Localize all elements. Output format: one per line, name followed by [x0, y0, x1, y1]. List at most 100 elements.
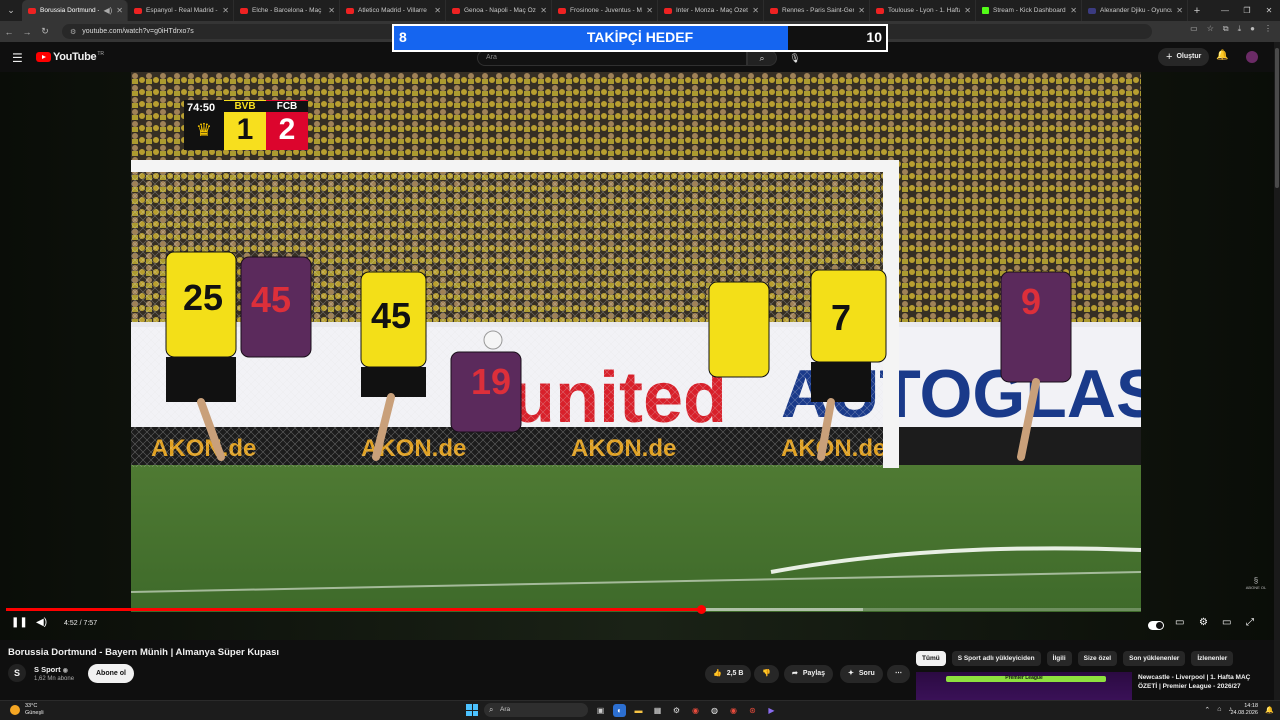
close-tab-icon[interactable]: ✕ [1176, 6, 1183, 15]
close-tab-icon[interactable]: ✕ [434, 6, 441, 15]
chip-from-channel[interactable]: S Sport adlı yükleyiciden [951, 651, 1041, 666]
minimize-icon[interactable]: — [1214, 0, 1236, 21]
ask-button[interactable]: ✦ Soru [840, 665, 883, 683]
browser-tab[interactable]: Genoa - Napoli - Maç Öz ✕ [446, 0, 552, 21]
window-controls: — ❐ ✕ [1214, 0, 1280, 21]
autoplay-toggle[interactable] [1148, 621, 1164, 630]
chip-for-you[interactable]: Size özel [1077, 651, 1118, 666]
copilot-icon[interactable]: ◐ [613, 703, 626, 717]
browser-tab[interactable]: Espanyol - Real Madrid - ✕ [128, 0, 234, 21]
search-button[interactable]: ⌕ [747, 50, 777, 66]
video-progress-bar[interactable] [6, 605, 1141, 614]
close-tab-icon[interactable]: ✕ [858, 6, 865, 15]
close-tab-icon[interactable]: ✕ [540, 6, 547, 15]
fullscreen-icon[interactable]: ⤢ [1246, 617, 1254, 628]
weather-widget[interactable]: 33°C Güneşli [25, 703, 44, 717]
browser-tab[interactable]: Rennes - Paris Saint-Gerr ✕ [764, 0, 870, 21]
close-tab-icon[interactable]: ✕ [328, 6, 335, 15]
chip-watched[interactable]: İzlenenler [1191, 651, 1234, 666]
browser-tab[interactable]: Toulouse - Lyon - 1. Hafta ✕ [870, 0, 976, 21]
browser-menu-icon[interactable]: ⋮ [1264, 24, 1272, 34]
volume-icon[interactable]: ◀) [36, 617, 47, 628]
browser-tab[interactable]: Borussia Dortmund - B ◀) ✕ [22, 0, 128, 21]
site-info-icon[interactable]: ⚙ [70, 28, 76, 36]
store-icon[interactable]: ▦ [651, 704, 664, 717]
channel-name[interactable]: S Sport ◉ [34, 665, 68, 674]
browser-tab[interactable]: Alexander Djiku - Oyuncu ✕ [1082, 0, 1188, 21]
taskbar-search[interactable]: Ara [484, 703, 588, 717]
maximize-icon[interactable]: ❐ [1236, 0, 1258, 21]
browser-tab[interactable]: Inter - Monza - Maç Özet ✕ [658, 0, 764, 21]
kick-icon [982, 7, 989, 14]
more-actions-button[interactable]: ⋯ [887, 665, 910, 683]
youtube-icon [558, 7, 566, 14]
youtube-icon [876, 7, 884, 14]
chrome-icon[interactable]: ◉ [689, 704, 702, 717]
settings-app-icon[interactable]: ⚙ [670, 704, 683, 717]
forward-icon[interactable]: → [18, 27, 36, 37]
search-input[interactable]: Ara [477, 50, 747, 66]
browser-tab[interactable]: Atletico Madrid - Villarre ✕ [340, 0, 446, 21]
subscribe-button[interactable]: Abone ol [88, 664, 134, 683]
menu-icon[interactable]: ☰ [12, 51, 23, 65]
notifications-bell-icon[interactable]: 🔔 [1216, 50, 1228, 61]
taskbar-clock[interactable]: 14:18 24.08.2026 [1230, 703, 1258, 717]
obs-icon[interactable]: ◍ [708, 704, 721, 717]
chip-related[interactable]: İlgili [1046, 651, 1072, 666]
extensions-icon[interactable]: ⧉ [1223, 24, 1229, 34]
tray-expand-icon[interactable]: ⌃ [1204, 706, 1210, 714]
new-tab-button[interactable]: + [1188, 5, 1206, 17]
downloads-icon[interactable]: ⤓ [1238, 24, 1242, 34]
browser-tab[interactable]: Stream - Kick Dashboard ✕ [976, 0, 1082, 21]
chip-all[interactable]: Tümü [916, 651, 946, 666]
video-frame[interactable]: united AUTOGLAS AKON.de AKON.de AKON.de … [131, 72, 1141, 612]
close-tab-icon[interactable]: ✕ [964, 6, 971, 15]
chrome-profile-icon[interactable]: ◉ [727, 704, 740, 717]
pause-icon[interactable]: ❚❚ [11, 617, 28, 628]
back-icon[interactable]: ← [0, 27, 18, 37]
youtube-logo[interactable]: YouTube TR [36, 51, 104, 63]
subscribe-watermark[interactable]: § ABONE OL [1245, 576, 1267, 598]
video-player[interactable]: united AUTOGLAS AKON.de AKON.de AKON.de … [0, 72, 1280, 640]
account-avatar[interactable] [1246, 51, 1258, 63]
reload-icon[interactable]: ↻ [36, 26, 54, 37]
create-button[interactable]: + Oluştur [1158, 48, 1210, 66]
chip-recent[interactable]: Son yüklenenler [1123, 651, 1186, 666]
bookmark-star-icon[interactable]: ☆ [1207, 24, 1214, 34]
profile-icon[interactable]: ● [1250, 24, 1255, 34]
channel-avatar[interactable]: S [8, 664, 26, 682]
network-icon[interactable]: ⌂ [1217, 706, 1221, 714]
close-tab-icon[interactable]: ✕ [752, 6, 759, 15]
browser-tab[interactable]: Elche - Barcelona - Maç ✕ [234, 0, 340, 21]
app-icon[interactable]: ⊛ [746, 704, 759, 717]
task-view-icon[interactable]: ▣ [594, 704, 607, 717]
sun-icon[interactable] [10, 705, 20, 715]
scrubber-handle[interactable] [696, 605, 706, 614]
settings-gear-icon[interactable]: ⚙ [1199, 617, 1208, 628]
subtitles-icon[interactable]: ▭ [1175, 617, 1184, 628]
dislike-button[interactable]: 👎 [754, 665, 779, 683]
recommended-video-thumbnail[interactable]: Premier League [916, 672, 1132, 700]
close-tab-icon[interactable]: ✕ [646, 6, 653, 15]
youtube-icon [664, 7, 672, 14]
like-button[interactable]: 👍 2,5 B [705, 665, 752, 683]
scrollbar-thumb[interactable] [1275, 48, 1279, 188]
close-window-icon[interactable]: ✕ [1258, 0, 1280, 21]
speaker-icon[interactable]: ◀) [103, 6, 112, 15]
windows-start-icon[interactable] [466, 704, 478, 716]
close-tab-icon[interactable]: ✕ [222, 6, 229, 15]
page-scrollbar[interactable] [1274, 42, 1280, 700]
file-explorer-icon[interactable]: ▬ [632, 704, 645, 717]
browser-tab[interactable]: Frosinone - Juventus - M ✕ [552, 0, 658, 21]
notification-center-icon[interactable]: 🔔 [1265, 706, 1274, 714]
follower-goal-bar: TAKİPÇİ HEDEF 8 10 [394, 26, 886, 50]
close-tab-icon[interactable]: ✕ [1070, 6, 1077, 15]
media-player-icon[interactable]: ▶ [765, 704, 778, 717]
voice-search-icon[interactable]: 🎙 [787, 50, 803, 66]
tab-search-icon[interactable]: ⌄ [0, 0, 22, 21]
share-button[interactable]: ➦ Paylaş [784, 665, 834, 683]
close-tab-icon[interactable]: ✕ [116, 6, 123, 15]
cast-icon[interactable]: ▭ [1190, 24, 1198, 34]
theater-mode-icon[interactable]: ▭ [1222, 617, 1231, 628]
recommended-video-title[interactable]: Newcastle - Liverpool | 1. Hafta MAÇ ÖZE… [1138, 673, 1268, 691]
